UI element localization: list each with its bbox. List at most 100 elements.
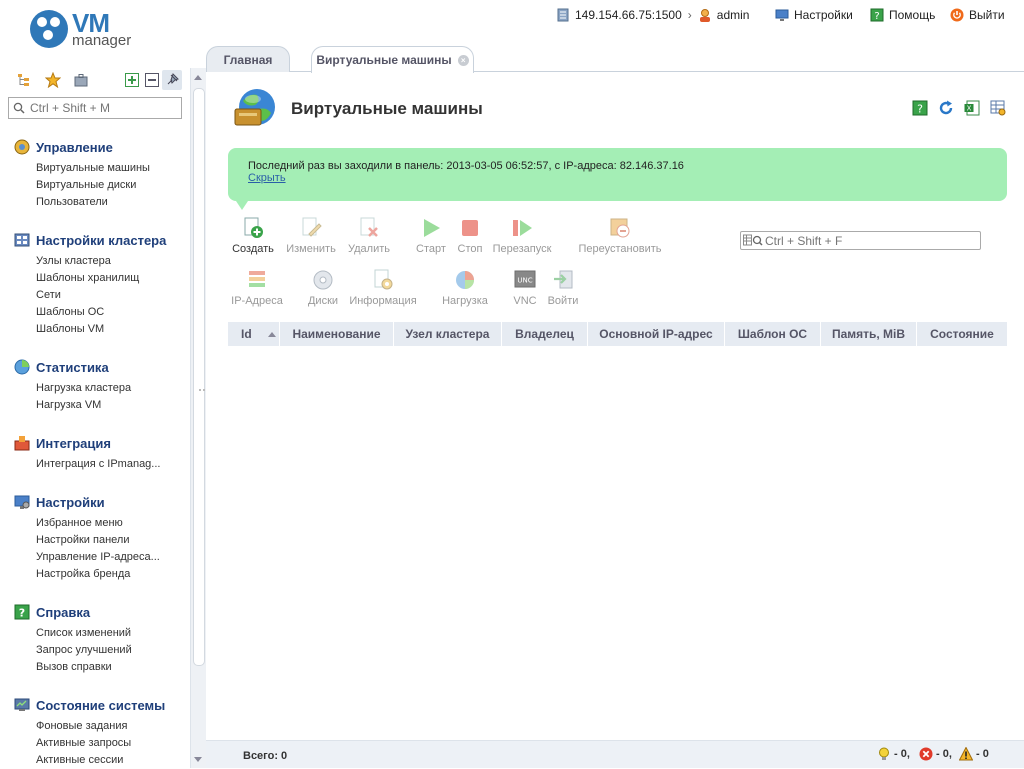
total-count: Всего: 0 [243,750,288,762]
sidebar-item-virtual-disks[interactable]: Виртуальные диски [36,177,176,194]
table-search[interactable] [740,231,981,250]
notice-tail [236,201,248,210]
load-pie-icon [454,269,476,291]
refresh-icon[interactable] [938,100,954,116]
disks-button[interactable]: Диски [305,269,341,307]
briefcase-icon[interactable] [73,72,89,88]
nav-group-title[interactable]: Настройки кластера [14,231,176,249]
sidebar-item-networks[interactable]: Сети [36,287,176,304]
export-excel-icon[interactable]: X [964,100,980,116]
column-header-memory[interactable]: Память, MiB [821,322,917,346]
expand-all-icon[interactable] [124,72,140,88]
nav-group-management: Управление Виртуальные машины Виртуальны… [14,138,176,211]
svg-text:UNC: UNC [517,277,532,285]
ip-addresses-icon [246,269,268,291]
sidebar-item-users[interactable]: Пользователи [36,194,176,211]
column-header-owner[interactable]: Владелец [502,322,588,346]
create-button[interactable]: Создать [231,217,275,255]
column-header-os-template[interactable]: Шаблон ОС [725,322,821,346]
stop-icon [459,217,481,239]
sidebar-item-vm-templates[interactable]: Шаблоны VM [36,321,176,338]
column-header-name[interactable]: Наименование [280,322,394,346]
chevron-right-icon: › [687,8,692,22]
scroll-up-icon[interactable] [194,75,202,80]
info-count[interactable]: - 0, [877,747,910,761]
help-icon[interactable]: ? [912,100,928,116]
sidebar-item-ip-management[interactable]: Управление IP-адреса... [36,549,176,566]
nav-group-title[interactable]: Состояние системы [14,696,176,714]
pie-chart-icon [14,359,30,375]
settings-label: Настройки [794,8,853,22]
nav-group-title[interactable]: Настройки [14,493,176,511]
sidebar-search[interactable] [8,97,182,119]
delete-icon [358,217,380,239]
nav-group-title[interactable]: Интеграция [14,434,176,452]
sidebar-item-storage-templates[interactable]: Шаблоны хранилищ [36,270,176,287]
restart-icon [511,217,533,239]
nav-group-title[interactable]: Управление [14,138,176,156]
hide-notice-link[interactable]: Скрыть [248,172,286,184]
scroll-thumb[interactable] [193,88,205,666]
sidebar-item-active-requests[interactable]: Активные запросы [36,735,176,752]
column-header-cluster-node[interactable]: Узел кластера [394,322,502,346]
scroll-down-icon[interactable] [194,757,202,762]
logo-mark [30,10,68,48]
nav-group-settings: Настройки Избранное меню Настройки панел… [14,493,176,583]
nav-group-title[interactable]: ? Справка [14,603,176,621]
help-icon: ? [870,8,884,22]
svg-text:?: ? [874,11,879,22]
sidebar-item-os-templates[interactable]: Шаблоны ОС [36,304,176,321]
vnc-button[interactable]: UNC VNC [510,269,540,307]
column-header-id[interactable]: Id [228,322,280,346]
delete-button[interactable]: Удалить [345,217,393,255]
sidebar-search-input[interactable] [30,101,180,115]
star-icon[interactable] [44,71,62,89]
column-header-primary-ip[interactable]: Основной IP-адрес [588,322,725,346]
pin-icon[interactable] [162,70,182,90]
sidebar-item-cluster-nodes[interactable]: Узлы кластера [36,253,176,270]
warning-count[interactable]: - 0 [958,746,989,761]
stop-button[interactable]: Стоп [455,217,485,255]
info-button[interactable]: Информация [348,269,418,307]
logout-link[interactable]: Выйти [950,7,1005,23]
vnc-icon: UNC [514,269,536,291]
close-icon[interactable]: × [457,54,469,66]
sidebar-item-active-sessions[interactable]: Активные сессии [36,752,176,769]
sidebar-item-feature-request[interactable]: Запрос улучшений [36,642,176,659]
column-header-status[interactable]: Состояние [917,322,1007,346]
sidebar-item-favorites-menu[interactable]: Избранное меню [36,515,176,532]
restart-button[interactable]: Перезапуск [491,217,553,255]
help-link[interactable]: ? Помощь [870,7,935,23]
integration-icon [14,435,30,451]
tab-home[interactable]: Главная [206,46,290,72]
tree-icon[interactable] [16,72,32,88]
sidebar-item-cluster-load[interactable]: Нагрузка кластера [36,380,176,397]
reinstall-button[interactable]: Переустановить [575,217,665,255]
collapse-all-icon[interactable] [144,72,160,88]
sidebar-scrollbar[interactable] [190,68,206,768]
nav-group-title[interactable]: Статистика [14,358,176,376]
sidebar-item-call-help[interactable]: Вызов справки [36,659,176,676]
sidebar-item-vm-load[interactable]: Нагрузка VM [36,397,176,414]
table-search-input[interactable] [765,233,980,248]
sidebar-item-panel-settings[interactable]: Настройки панели [36,532,176,549]
filter-search-icon [743,234,763,248]
server-address[interactable]: 149.154.66.75:1500 › admin [556,7,749,23]
settings-link[interactable]: Настройки [775,7,853,23]
error-count[interactable]: - 0, [919,747,952,761]
sidebar-item-changelog[interactable]: Список изменений [36,625,176,642]
ip-addresses-button[interactable]: IP-Адреса [230,269,284,307]
sidebar-item-ipmanager-integration[interactable]: Интеграция с IPmanag... [36,456,176,473]
sidebar-item-brand-settings[interactable]: Настройка бренда [36,566,176,583]
login-button[interactable]: Войти [545,269,581,307]
start-button[interactable]: Старт [413,217,449,255]
tab-virtual-machines[interactable]: Виртуальные машины × [311,46,474,73]
help-book-icon: ? [14,604,30,620]
sidebar-item-virtual-machines[interactable]: Виртуальные машины [36,160,176,177]
sidebar-item-background-tasks[interactable]: Фоновые задания [36,718,176,735]
logout-label: Выйти [969,8,1005,22]
load-button[interactable]: Нагрузка [440,269,490,307]
edit-button[interactable]: Изменить [283,217,339,255]
search-icon [13,102,25,114]
table-settings-icon[interactable] [990,100,1006,116]
